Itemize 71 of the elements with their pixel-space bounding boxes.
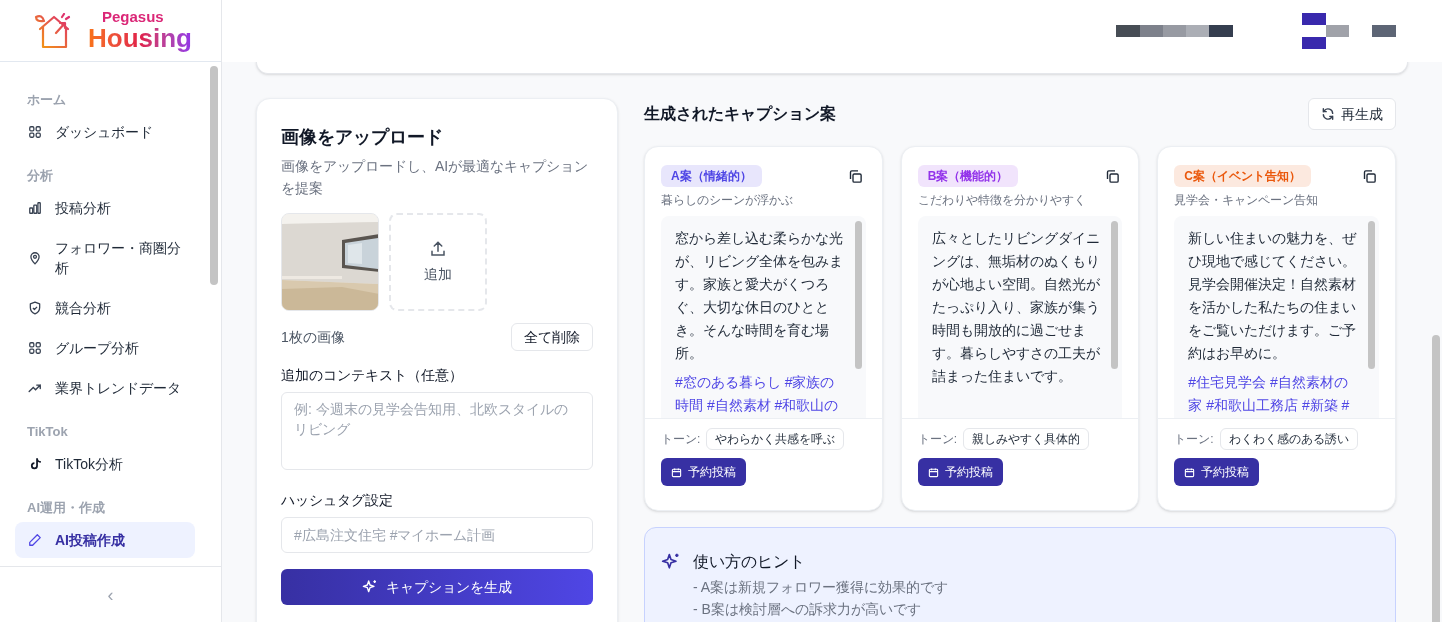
scrollbar[interactable] xyxy=(1432,335,1440,622)
add-image-button[interactable]: 追加 xyxy=(389,213,487,311)
bar-chart-icon xyxy=(28,201,42,215)
tip-text: - B案は検討層への訴求力が高いです xyxy=(693,600,922,619)
hashtag-text: #住宅見学会 #自然素材の家 #和歌山工務店 #新築 # xyxy=(1188,373,1351,415)
field-label: 追加のコンテキスト（任意） xyxy=(281,366,464,385)
sidebar-item[interactable]: 競合分析 xyxy=(15,290,195,326)
calendar-icon xyxy=(671,466,682,478)
grid-icon xyxy=(28,125,42,139)
schedule-button[interactable]: 予約投稿 xyxy=(661,458,746,486)
shield-check-icon xyxy=(28,301,42,315)
variant-badge: C案（イベント告知） xyxy=(1174,165,1311,187)
scrollbar[interactable] xyxy=(210,66,218,285)
card-description: 見学会・キャンペーン告知 xyxy=(1174,192,1320,209)
copy-icon xyxy=(1361,168,1377,184)
sidebar-item[interactable]: ダッシュボード xyxy=(15,114,195,150)
caption-text: 広々としたリビングダイニングは、無垢材のぬくもりが心地よい空間。自然光がたっぷり入り、家族が集う時間も開放的に過ごせます。暮らしやすさの工夫が詰まった住まいです。 xyxy=(931,229,1101,386)
section-title: 生成されたキャプション案 xyxy=(644,104,836,124)
sidebar-item[interactable]: 業界トレンドデータ xyxy=(15,370,195,406)
panel-subtitle: 画像をアップロードし、AIが最適なキャプションを提案 xyxy=(281,157,590,198)
scrollbar[interactable] xyxy=(854,221,862,369)
calendar-icon xyxy=(1184,466,1196,478)
section-heading: 分析 xyxy=(26,167,54,185)
card-description: こだわりや特徴を分かりやすく xyxy=(917,192,1087,209)
section-heading: ホーム xyxy=(26,91,67,109)
clear-button[interactable]: 全て削除 xyxy=(511,323,593,351)
context-field[interactable]: 例: 今週末の見学会告知用、北欧スタイルのリビング xyxy=(281,392,593,470)
music-note-icon xyxy=(28,457,42,471)
image-count: 1枚の画像 xyxy=(281,327,345,347)
upload-icon xyxy=(429,239,447,258)
schedule-button[interactable]: 予約投稿 xyxy=(1174,458,1260,486)
variant-badge: B案（機能的） xyxy=(917,165,1019,187)
refresh-icon xyxy=(1321,107,1335,121)
section-heading: TikTok xyxy=(26,423,69,441)
tone-label: トーン: xyxy=(1174,431,1214,448)
scrollbar[interactable] xyxy=(1368,221,1375,369)
pencil-icon xyxy=(28,533,42,547)
hashtag-field[interactable]: #広島注文住宅 #マイホーム計画 xyxy=(281,517,593,553)
trend-icon xyxy=(28,381,42,395)
calendar-icon xyxy=(927,466,939,478)
hashtag-text: #窓のある暮らし #家族の時間 #自然素材 #和歌山の xyxy=(675,373,840,415)
tips-title: 使い方のヒント xyxy=(693,552,805,572)
tone-tag: やわらかく共感を呼ぶ xyxy=(706,428,845,450)
copy-icon xyxy=(848,168,864,184)
sidebar-item[interactable]: フォロワー・商圏分析 xyxy=(15,230,195,286)
card-description: 暮らしのシーンが浮かぶ xyxy=(661,192,794,209)
variant-badge: A案（情緒的） xyxy=(661,165,762,187)
sidebar-item[interactable]: 投稿分析 xyxy=(15,190,195,226)
regenerate-button[interactable]: 再生成 xyxy=(1308,98,1396,130)
panel-title: 画像をアップロード xyxy=(281,126,444,149)
sidebar-item[interactable]: TikTok分析 xyxy=(15,446,195,482)
caption-text: 窓から差し込む柔らかな光が、リビング全体を包みます。家族と愛犬がくつろぐ、大切な休日のひととき。そんな時間を育む場所。 xyxy=(675,229,844,363)
sidebar-item[interactable]: AI投稿作成 xyxy=(15,522,195,558)
field-label: ハッシュタグ設定 xyxy=(281,491,394,510)
schedule-button[interactable]: 予約投稿 xyxy=(917,458,1003,486)
caption-text: 新しい住まいの魅力を、ぜひ現地で感じてください。見学会開催決定！自然素材を活かした私たちの住まいをご覧いただけます。ご予約はお早めに。 xyxy=(1188,229,1358,363)
generate-button[interactable]: キャプションを生成 xyxy=(281,569,593,605)
sidebar-item[interactable]: グループ分析 xyxy=(15,330,195,366)
sparkle-icon xyxy=(661,552,681,572)
tip-text: - A案は新規フォロワー獲得に効果的です xyxy=(693,578,950,597)
grid-icon xyxy=(28,341,42,355)
tone-label: トーン: xyxy=(917,431,957,448)
map-pin-icon xyxy=(28,251,42,265)
tone-tag: わくわく感のある誘い xyxy=(1219,428,1358,450)
sparkle-icon xyxy=(362,579,378,595)
copy-icon xyxy=(1104,168,1120,184)
section-heading: AI運用・作成 xyxy=(26,499,106,517)
tone-tag: 親しみやすく具体的 xyxy=(963,428,1089,450)
tone-label: トーン: xyxy=(661,431,701,448)
scrollbar[interactable] xyxy=(1111,221,1119,369)
brand-name: Pegasus xyxy=(101,9,165,24)
